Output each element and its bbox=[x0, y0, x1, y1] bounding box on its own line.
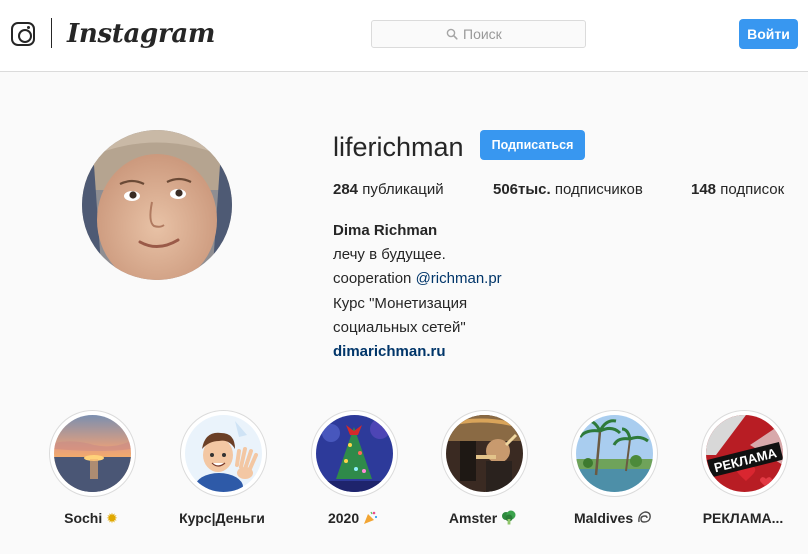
highlight-cover bbox=[54, 415, 131, 492]
bio-cooperation-prefix: cooperation bbox=[333, 270, 412, 288]
highlight-label[interactable]: Maldives bbox=[548, 509, 678, 527]
nav-divider bbox=[51, 18, 52, 48]
following-label[interactable]: подписок bbox=[720, 181, 784, 198]
following-count[interactable]: 148 bbox=[691, 181, 716, 198]
party-popper-emoji-icon bbox=[364, 511, 378, 524]
highlight-ring[interactable]: РЕКЛАМА bbox=[701, 410, 788, 497]
highlight-title[interactable]: Maldives bbox=[574, 510, 633, 526]
highlight-cover bbox=[185, 415, 262, 492]
search-input[interactable] bbox=[463, 26, 511, 42]
highlight-ring[interactable] bbox=[49, 410, 136, 497]
highlight-cover bbox=[576, 415, 653, 492]
highlight-label[interactable]: РЕКЛАМА... bbox=[678, 509, 808, 527]
highlight-title[interactable]: 2020 bbox=[328, 510, 359, 526]
broccoli-emoji-icon bbox=[502, 510, 516, 525]
bio-mention-link[interactable]: @richman.pr bbox=[416, 270, 502, 287]
bio-line-4: социальных сетей" bbox=[333, 318, 466, 336]
bio-line-cooperation: cooperation @richman.pr bbox=[333, 267, 633, 291]
highlight-title[interactable]: РЕКЛАМА... bbox=[703, 510, 784, 526]
instagram-wordmark[interactable]: Instagram bbox=[67, 17, 215, 51]
top-navigation-bar: Instagram Войти bbox=[0, 0, 808, 72]
profile-bio: Dima Richman лечу в будущее. cooperation… bbox=[333, 219, 633, 364]
profile-avatar[interactable] bbox=[82, 130, 232, 280]
highlight-ring[interactable] bbox=[571, 410, 658, 497]
highlight-ring[interactable] bbox=[311, 410, 398, 497]
search-icon bbox=[446, 28, 458, 40]
sun-emoji-icon: ✹ bbox=[106, 511, 118, 527]
highlight-label[interactable]: Sochi ✹ bbox=[26, 509, 156, 528]
profile-username: liferichman bbox=[333, 132, 464, 162]
bio-website-link[interactable]: dimarichman.ru bbox=[333, 340, 633, 364]
highlight-title[interactable]: Amster bbox=[449, 510, 497, 526]
follow-button[interactable]: Подписаться bbox=[480, 130, 585, 160]
highlight-ring[interactable] bbox=[441, 410, 528, 497]
bio-line-1: лечу в будущее. bbox=[333, 246, 446, 264]
stat-followers[interactable]: 506тыс. подписчиков bbox=[493, 180, 643, 200]
shell-emoji-icon bbox=[638, 511, 651, 523]
highlight-label[interactable]: Amster bbox=[418, 509, 548, 527]
stat-following[interactable]: 148 подписок bbox=[691, 180, 784, 200]
highlight-label[interactable]: 2020 bbox=[288, 509, 418, 527]
highlight-cover bbox=[316, 415, 393, 492]
highlight-label[interactable]: Курс|Деньги bbox=[157, 509, 287, 527]
highlight-ring[interactable] bbox=[180, 410, 267, 497]
search-box[interactable] bbox=[371, 20, 586, 48]
bio-full-name: Dima Richman bbox=[333, 222, 438, 239]
highlight-cover bbox=[446, 415, 523, 492]
highlight-cover: РЕКЛАМА bbox=[706, 415, 783, 492]
posts-count: 284 bbox=[333, 181, 359, 198]
followers-label[interactable]: подписчиков bbox=[555, 181, 643, 198]
avatar-photo bbox=[82, 130, 232, 280]
instagram-logo-icon[interactable] bbox=[11, 22, 35, 46]
bio-line-3: Курс "Монетизация bbox=[333, 294, 468, 312]
highlight-title[interactable]: Sochi bbox=[64, 510, 102, 526]
stat-posts: 284 публикаций bbox=[333, 180, 444, 200]
login-button[interactable]: Войти bbox=[739, 19, 798, 49]
followers-count[interactable]: 506тыс. bbox=[493, 181, 551, 198]
posts-label: публикаций bbox=[362, 181, 444, 198]
highlight-title[interactable]: Курс|Деньги bbox=[179, 510, 265, 526]
